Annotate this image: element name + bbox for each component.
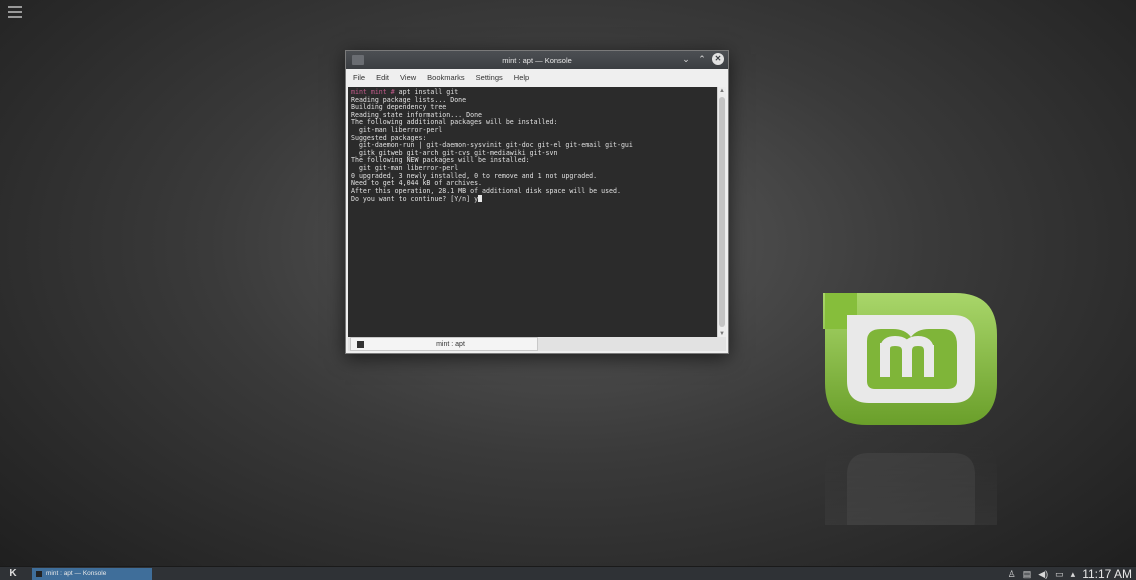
- minimize-button[interactable]: ⌄: [680, 53, 692, 65]
- terminal-scrollbar[interactable]: ▲ ▼: [717, 87, 726, 339]
- prompt-question: Do you want to continue? [Y/n] y: [351, 195, 479, 204]
- taskbar: K mint : apt — Konsole ♙ ▤ ◀) ▭ ▴ 11:17 …: [0, 566, 1136, 580]
- menu-help[interactable]: Help: [514, 73, 529, 82]
- konsole-app-icon[interactable]: [352, 55, 364, 65]
- clipboard-icon[interactable]: ▤: [1023, 569, 1032, 580]
- clock[interactable]: 11:17 AM: [1082, 567, 1132, 580]
- menu-settings[interactable]: Settings: [476, 73, 503, 82]
- close-button[interactable]: ✕: [712, 53, 724, 65]
- system-tray: ♙ ▤ ◀) ▭ ▴ 11:17 AM: [1008, 567, 1132, 580]
- expand-arrow-icon[interactable]: ▴: [1071, 569, 1076, 580]
- display-icon[interactable]: ▭: [1055, 569, 1064, 580]
- menu-bookmarks[interactable]: Bookmarks: [427, 73, 465, 82]
- menu-view[interactable]: View: [400, 73, 416, 82]
- tab-label: mint : apt: [436, 340, 465, 348]
- application-launcher-button[interactable]: K: [0, 567, 26, 580]
- terminal-tab-icon: [357, 340, 364, 348]
- window-titlebar[interactable]: mint : apt — Konsole ⌄ ⌃ ✕: [346, 51, 728, 69]
- konsole-window: mint : apt — Konsole ⌄ ⌃ ✕ File Edit Vie…: [345, 50, 729, 354]
- menu-file[interactable]: File: [353, 73, 365, 82]
- desktop-menu-icon[interactable]: [8, 6, 22, 18]
- menu-edit[interactable]: Edit: [376, 73, 389, 82]
- volume-icon[interactable]: ◀): [1038, 569, 1048, 580]
- input-line: Do you want to continue? [Y/n] y: [351, 195, 715, 204]
- user-icon[interactable]: ♙: [1008, 569, 1016, 580]
- tab-bar: mint : apt: [348, 337, 726, 351]
- window-title: mint : apt — Konsole: [502, 55, 572, 65]
- taskbar-item-konsole[interactable]: mint : apt — Konsole: [32, 567, 152, 580]
- scroll-up-icon[interactable]: ▲: [718, 87, 726, 96]
- shell-prompt: mint mint #: [351, 88, 395, 96]
- maximize-button[interactable]: ⌃: [696, 53, 708, 65]
- output-line: After this operation, 28.1 MB of additio…: [351, 186, 621, 195]
- tab-mint-apt[interactable]: mint : apt: [350, 337, 538, 351]
- command-text: apt install git: [394, 88, 459, 96]
- scrollbar-thumb[interactable]: [719, 97, 725, 327]
- task-label: mint : apt — Konsole: [46, 570, 107, 577]
- terminal-output[interactable]: mint mint # apt install git Reading packa…: [348, 87, 718, 339]
- text-cursor: [478, 195, 483, 203]
- terminal-area[interactable]: mint mint # apt install git Reading packa…: [348, 87, 726, 339]
- linux-mint-logo: [823, 293, 997, 525]
- menu-bar: File Edit View Bookmarks Settings Help: [346, 69, 728, 86]
- konsole-task-icon: [36, 570, 42, 577]
